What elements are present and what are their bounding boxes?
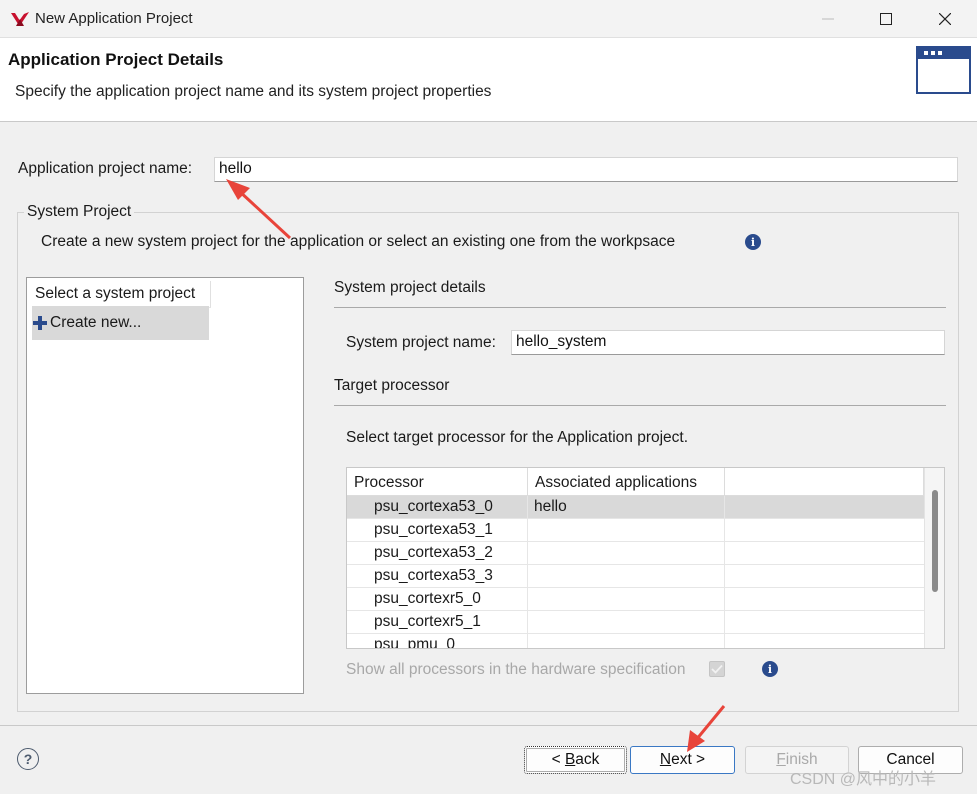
table-row[interactable]: psu_cortexr5_0 xyxy=(347,588,924,611)
table-scrollbar[interactable] xyxy=(924,468,944,648)
system-project-group-label: System Project xyxy=(24,203,135,221)
system-project-name-label: System project name: xyxy=(346,334,496,351)
info-icon[interactable]: i xyxy=(762,661,778,677)
page-description: Specify the application project name and… xyxy=(15,83,492,100)
next-button[interactable]: Next > xyxy=(630,746,735,774)
minimize-icon xyxy=(822,18,834,20)
column-header-associated-applications[interactable]: Associated applications xyxy=(528,468,725,496)
show-all-processors-label: Show all processors in the hardware spec… xyxy=(346,661,686,678)
next-button-label: Next > xyxy=(659,751,706,768)
target-processor-title: Target processor xyxy=(334,377,450,394)
table-row[interactable]: psu_cortexa53_2 xyxy=(347,542,924,565)
column-header-empty xyxy=(725,468,924,496)
info-icon[interactable]: i xyxy=(745,234,761,250)
apps-cell xyxy=(528,611,725,634)
table-row[interactable]: psu_cortexa53_3 xyxy=(347,565,924,588)
app-project-name-input[interactable]: hello xyxy=(214,157,958,182)
select-processor-prompt: Select target processor for the Applicat… xyxy=(346,429,689,446)
list-item-create-new[interactable]: Create new... xyxy=(32,306,209,340)
window-banner-icon xyxy=(916,46,971,94)
create-new-label: Create new... xyxy=(50,314,142,331)
column-header-processor[interactable]: Processor xyxy=(347,468,528,496)
processor-cell: psu_pmu_0 xyxy=(347,634,528,648)
system-project-description: Create a new system project for the appl… xyxy=(41,233,676,250)
wizard-header: Application Project Details Specify the … xyxy=(0,38,977,122)
checkmark-icon xyxy=(711,664,723,674)
maximize-icon xyxy=(880,13,892,25)
system-project-details-title: System project details xyxy=(334,279,486,296)
table-row[interactable]: psu_cortexa53_0 hello xyxy=(347,496,924,519)
list-header: Select a system project xyxy=(32,281,211,308)
window-title: New Application Project xyxy=(35,10,193,27)
help-icon[interactable]: ? xyxy=(17,748,39,770)
app-project-name-label: Application project name: xyxy=(18,160,193,177)
processor-cell: psu_cortexa53_0 xyxy=(347,496,528,519)
details-divider xyxy=(334,307,946,308)
watermark-text: CSDN @风中的小羊 xyxy=(790,771,937,788)
table-row[interactable]: psu_cortexa53_1 xyxy=(347,519,924,542)
apps-cell xyxy=(528,542,725,565)
processor-cell: psu_cortexa53_3 xyxy=(347,565,528,588)
apps-cell xyxy=(528,565,725,588)
apps-cell: hello xyxy=(528,496,725,519)
processor-cell: psu_cortexr5_1 xyxy=(347,611,528,634)
target-divider xyxy=(334,405,946,406)
footer-divider xyxy=(0,725,977,726)
system-project-name-input[interactable]: hello_system xyxy=(511,330,945,355)
back-button[interactable]: < Back xyxy=(524,746,627,774)
processor-cell: psu_cortexa53_1 xyxy=(347,519,528,542)
title-bar: New Application Project xyxy=(0,0,977,38)
table-row[interactable]: psu_cortexr5_1 xyxy=(347,611,924,634)
table-row[interactable]: psu_pmu_0 xyxy=(347,634,924,648)
close-button[interactable] xyxy=(917,0,973,38)
processor-table[interactable]: Processor Associated applications psu_co… xyxy=(346,467,945,649)
page-title: Application Project Details xyxy=(8,50,224,69)
apps-cell xyxy=(528,588,725,611)
close-icon xyxy=(939,13,951,25)
scrollbar-thumb[interactable] xyxy=(932,490,938,592)
system-project-list[interactable]: Select a system project Create new... xyxy=(26,277,304,694)
processor-cell: psu_cortexr5_0 xyxy=(347,588,528,611)
plus-icon xyxy=(33,316,47,330)
minimize-button[interactable] xyxy=(800,0,856,38)
back-button-label: < Back xyxy=(551,751,600,768)
xilinx-logo-icon xyxy=(11,12,29,26)
show-all-processors-checkbox[interactable] xyxy=(709,661,725,677)
maximize-button[interactable] xyxy=(858,0,914,38)
processor-cell: psu_cortexa53_2 xyxy=(347,542,528,565)
apps-cell xyxy=(528,634,725,648)
apps-cell xyxy=(528,519,725,542)
